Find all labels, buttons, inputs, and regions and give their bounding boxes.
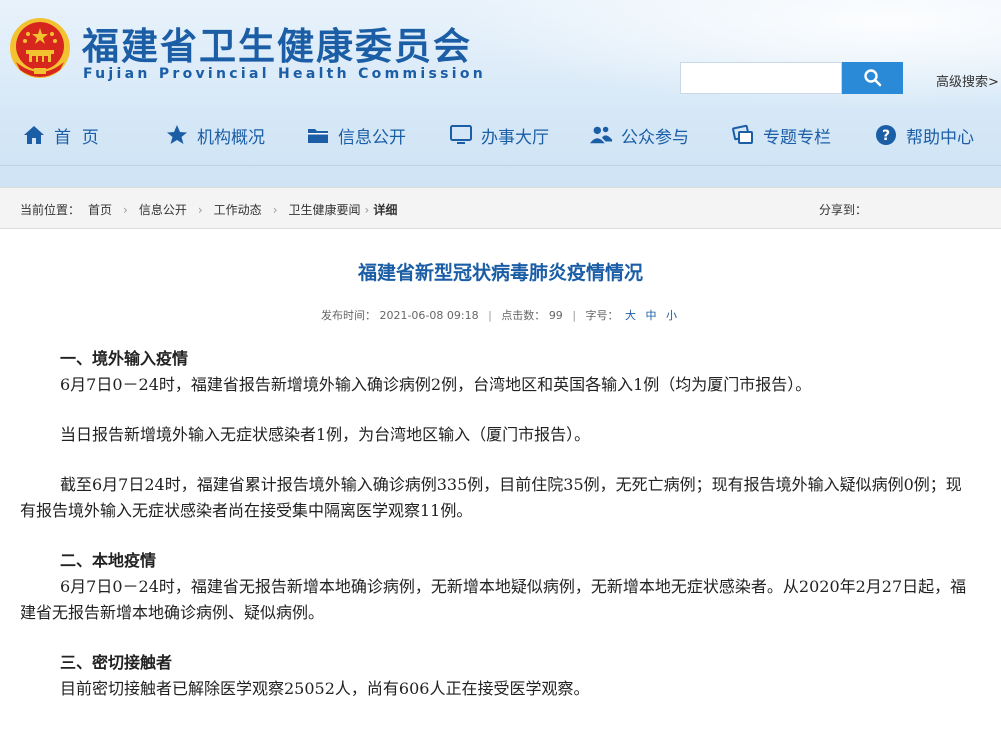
nav-item-home[interactable]: 首 页 [22, 122, 99, 148]
article-paragraph: 当日报告新增境外输入无症状感染者1例，为台湾地区输入（厦门市报告）。 [60, 425, 591, 444]
nav-item-label: 公众参与 [621, 127, 689, 148]
publish-time: 2021-06-08 09:18 [379, 309, 479, 322]
nav-item-label: 帮助中心 [906, 127, 974, 148]
section-heading: 一、境外输入疫情 [60, 349, 189, 368]
meta-divider: | [572, 309, 577, 322]
font-size-small-button[interactable]: 小 [666, 309, 677, 322]
folder-icon [306, 123, 330, 147]
home-icon [22, 123, 46, 147]
chevron-right-icon: › [364, 202, 370, 217]
nav-item-services[interactable]: 办事大厅 [449, 122, 549, 148]
breadcrumb-link-info[interactable]: 信息公开 [139, 201, 187, 218]
article-paragraph: 6月7日0－24时，福建省无报告新增本地确诊病例，无新增本地疑似病例，无新增本地… [20, 577, 967, 622]
nav-item-help[interactable]: ? 帮助中心 [874, 122, 974, 148]
breadcrumb-prefix: 当前位置： [20, 203, 81, 217]
site-header: 福建省卫生健康委员会 Fujian Provincial Health Comm… [0, 0, 1001, 187]
clicks-count: 99 [548, 309, 563, 322]
search-icon [863, 69, 881, 87]
section-heading: 二、本地疫情 [60, 551, 157, 570]
share-label: 分享到： [819, 203, 868, 217]
search-input[interactable] [680, 62, 842, 94]
clicks-label: 点击数： [501, 309, 546, 322]
national-emblem-icon [10, 18, 70, 78]
article-paragraph: 目前密切接触者已解除医学观察25052人，尚有606人正在接受医学观察。 [60, 679, 590, 698]
chevron-right-icon: › [197, 202, 203, 217]
chevron-right-icon: › [272, 202, 278, 217]
chat-icon [731, 123, 755, 147]
nav-item-label: 机构概况 [197, 127, 265, 148]
breadcrumb: 当前位置： 首页 › 信息公开 › 工作动态 › 卫生健康要闻 › 详细 分享到… [0, 187, 1001, 229]
site-subtitle: Fujian Provincial Health Commission [83, 66, 487, 82]
nav-divider [0, 165, 1001, 166]
main-nav: 首 页 机构概况 信息公开 办事大厅 公众参与 专题专栏 ? 帮助中心 [0, 110, 1001, 160]
nav-item-label: 办事大厅 [481, 127, 549, 148]
font-size-large-button[interactable]: 大 [625, 309, 636, 322]
breadcrumb-link-work[interactable]: 工作动态 [214, 201, 262, 218]
breadcrumb-link-home[interactable]: 首页 [88, 201, 112, 218]
nav-item-about[interactable]: 机构概况 [165, 122, 265, 148]
svg-text:?: ? [882, 128, 890, 144]
people-icon [589, 123, 613, 147]
nav-item-info[interactable]: 信息公开 [306, 122, 406, 148]
article-meta: 发布时间： 2021-06-08 09:18 | 点击数： 99 | 字号： 大… [0, 307, 1001, 323]
font-size-medium-button[interactable]: 中 [646, 309, 657, 322]
section-heading: 三、密切接触者 [60, 653, 173, 672]
nav-item-participation[interactable]: 公众参与 [589, 122, 689, 148]
breadcrumb-link-news[interactable]: 卫生健康要闻 [289, 201, 361, 218]
nav-item-label: 信息公开 [338, 127, 406, 148]
breadcrumb-current: 详细 [373, 203, 398, 217]
search-button[interactable] [842, 62, 903, 94]
nav-item-label: 专题专栏 [763, 127, 831, 148]
article-title: 福建省新型冠状病毒肺炎疫情情况 [357, 262, 643, 284]
article-paragraph: 6月7日0－24时，福建省报告新增境外输入确诊病例2例，台湾地区和英国各输入1例… [60, 375, 812, 394]
nav-item-topics[interactable]: 专题专栏 [731, 122, 831, 148]
nav-item-label: 首 页 [54, 127, 99, 148]
article-body: 一、境外输入疫情 6月7日0－24时，福建省报告新增境外输入确诊病例2例，台湾地… [20, 346, 976, 702]
help-icon: ? [874, 123, 898, 147]
site-title: 福建省卫生健康委员会 [82, 25, 472, 68]
article-paragraph: 截至6月7日24时，福建省累计报告境外输入确诊病例335例，目前住院35例，无死… [20, 475, 962, 520]
font-size-label: 字号： [585, 309, 619, 322]
advanced-search-link[interactable]: 高级搜索> [936, 71, 999, 90]
publish-label: 发布时间： [320, 309, 376, 322]
star-icon [165, 123, 189, 147]
meta-divider: | [488, 309, 492, 322]
chevron-right-icon: › [123, 202, 128, 217]
monitor-icon [449, 123, 473, 147]
